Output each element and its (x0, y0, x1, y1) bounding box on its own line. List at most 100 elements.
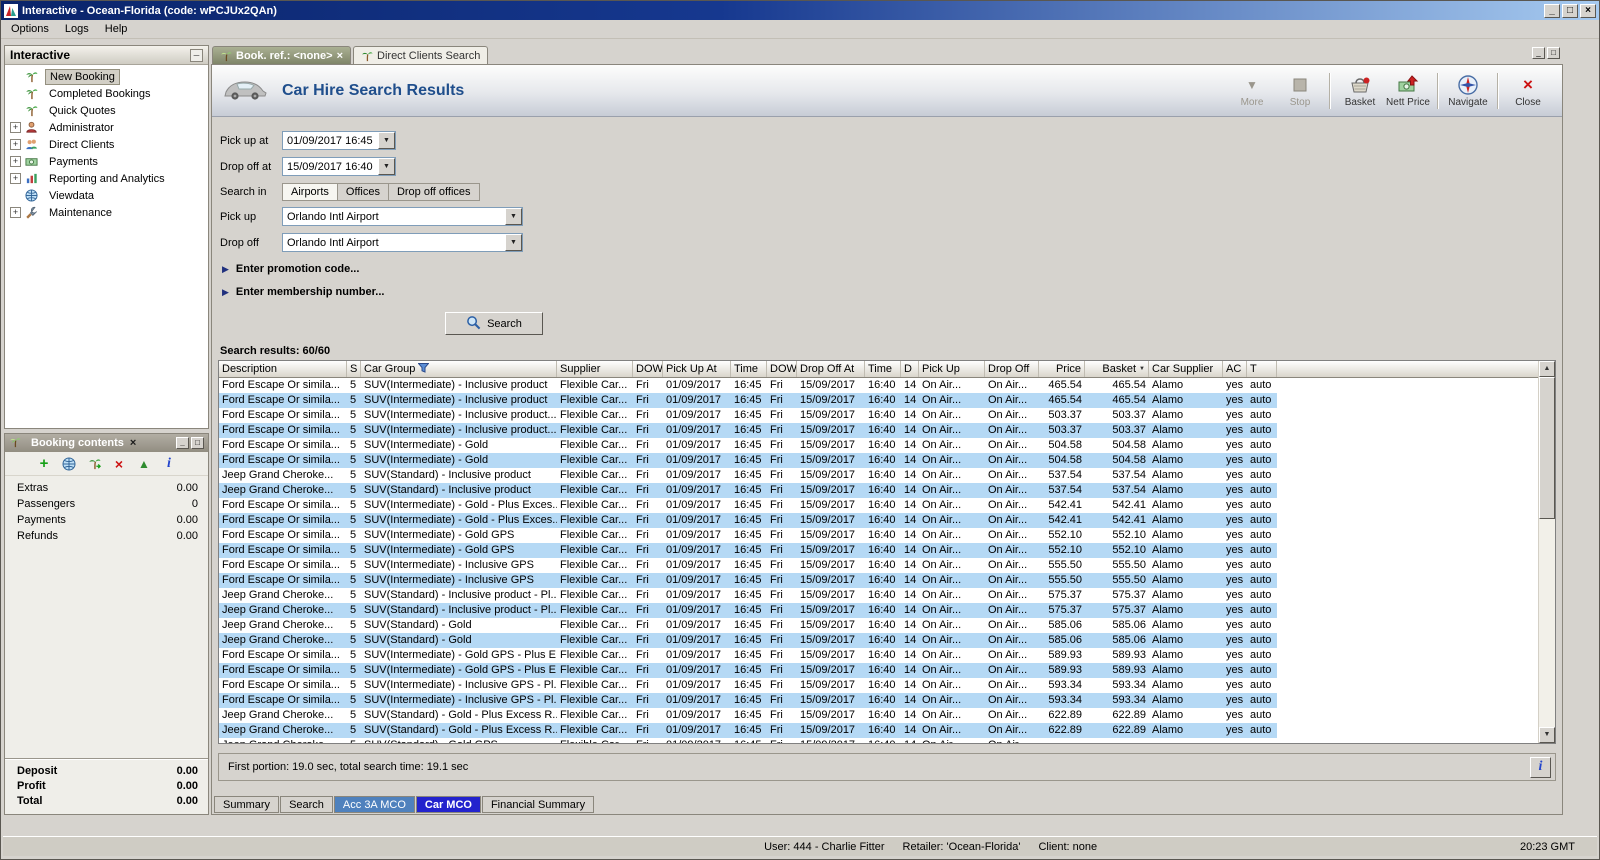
booking-row-refunds[interactable]: Refunds 0.00 (5, 528, 208, 544)
expand-plus-icon[interactable]: + (10, 156, 21, 167)
column-header-dow[interactable]: DOW (767, 361, 797, 377)
result-row[interactable]: Ford Escape Or simila... 5 SUV(Intermediat… (219, 678, 1277, 693)
move-up-icon[interactable]: ▲ (136, 456, 152, 472)
chevron-down-icon[interactable]: ▼ (505, 208, 522, 225)
result-row[interactable]: Ford Escape Or simila... 5 SUV(Intermediat… (219, 528, 1277, 543)
search-in-tab-offices[interactable]: Offices (336, 183, 389, 201)
column-header-spacer[interactable] (1277, 361, 1538, 377)
tab-booking-ref[interactable]: Book. ref.: <none> × (212, 46, 352, 64)
sidebar-item-completed-bookings[interactable]: Completed Bookings (5, 85, 208, 102)
add-item-icon[interactable]: + (36, 455, 52, 472)
column-header-drop-off-at[interactable]: Drop Off At (797, 361, 865, 377)
result-row[interactable]: Ford Escape Or simila... 5 SUV(Intermediat… (219, 693, 1277, 708)
result-row[interactable]: Ford Escape Or simila... 5 SUV(Intermediat… (219, 378, 1277, 393)
result-row[interactable]: Ford Escape Or simila... 5 SUV(Intermediat… (219, 648, 1277, 663)
result-row[interactable]: Jeep Grand Cheroke...5SUV(Standard) - Go… (219, 633, 1277, 648)
result-row[interactable]: Ford Escape Or simila... 5 SUV(Intermediat… (219, 663, 1277, 678)
chevron-down-icon[interactable]: ▼ (378, 158, 395, 175)
column-header-basket[interactable]: Basket ▼ (1085, 361, 1149, 377)
booking-restore-button[interactable]: □ (191, 437, 204, 449)
result-row[interactable]: Jeep Grand Cheroke... 5 SUV(Standard) - In… (219, 603, 1277, 618)
column-header-car-supplier[interactable]: Car Supplier (1149, 361, 1223, 377)
more-button[interactable]: ▼ More (1228, 74, 1276, 108)
bottom-tab-summary[interactable]: Summary (214, 796, 280, 813)
column-header-pick-up[interactable]: Pick Up (919, 361, 985, 377)
result-row[interactable]: Jeep Grand Cheroke... 5 SUV(Standard) - In… (219, 483, 1277, 498)
result-row[interactable]: Ford Escape Or simila... 5 SUV(Intermediat… (219, 393, 1277, 408)
close-panel-button[interactable]: × Close (1504, 74, 1552, 108)
expand-plus-icon[interactable]: + (10, 207, 21, 218)
result-row[interactable]: Ford Escape Or simila... 5 SUV(Intermediat… (219, 408, 1277, 423)
result-row[interactable]: Ford Escape Or simila... 5 SUV(Intermediat… (219, 513, 1277, 528)
column-header-time[interactable]: Time (731, 361, 767, 377)
sidebar-item-viewdata[interactable]: Viewdata (5, 187, 208, 204)
sidebar-item-direct-clients[interactable]: + Direct Clients (5, 136, 208, 153)
vertical-scrollbar[interactable]: ▲ ▼ (1538, 361, 1555, 743)
column-header-time[interactable]: Time (865, 361, 901, 377)
stop-button[interactable]: Stop (1276, 74, 1324, 108)
result-row[interactable]: Ford Escape Or simila... 5 SUV(Intermediat… (219, 423, 1277, 438)
result-row[interactable]: Jeep Grand Cheroke...5SUV(Standard) - Go… (219, 723, 1277, 738)
result-row[interactable]: Jeep Grand Cheroke...5SUV(Standard) - Go… (219, 618, 1277, 633)
column-header-d[interactable]: D (901, 361, 919, 377)
nett-price-button[interactable]: Nett Price (1384, 74, 1432, 108)
column-header-drop-off[interactable]: Drop Off (985, 361, 1039, 377)
bottom-tab-acc-3a-mco[interactable]: Acc 3A MCO (333, 796, 415, 813)
search-button[interactable]: Search (445, 312, 543, 335)
panel-collapse-button[interactable]: ─ (190, 48, 203, 62)
pickup-location-select[interactable]: Orlando Intl Airport ▼ (282, 207, 523, 226)
window-close-button[interactable]: × (1580, 3, 1596, 18)
column-header-pick-up-at[interactable]: Pick Up At (663, 361, 731, 377)
tab-direct-clients-search[interactable]: Direct Clients Search (353, 46, 489, 64)
booking-row-payments[interactable]: Payments 0.00 (5, 512, 208, 528)
result-row[interactable]: Ford Escape Or simila... 5 SUV(Intermediat… (219, 543, 1277, 558)
sidebar-item-new-booking[interactable]: New Booking (5, 68, 208, 85)
info-button[interactable]: i (1530, 757, 1551, 778)
promotion-code-expander[interactable]: ▶ Enter promotion code... (222, 263, 1554, 275)
result-row[interactable]: Ford Escape Or simila... 5 SUV(Intermediat… (219, 498, 1277, 513)
sidebar-item-reporting-and-analytics[interactable]: + Reporting and Analytics (5, 170, 208, 187)
tab-close-icon[interactable]: × (337, 50, 343, 62)
booking-row-extras[interactable]: Extras 0.00 (5, 480, 208, 496)
window-maximize-button[interactable]: □ (1562, 3, 1578, 18)
column-header-ac[interactable]: AC (1223, 361, 1247, 377)
expand-plus-icon[interactable]: + (10, 139, 21, 150)
column-header-dow[interactable]: DOW (633, 361, 663, 377)
pickup-at-select[interactable]: 01/09/2017 16:45 ▼ (282, 131, 396, 150)
dropoff-location-select[interactable]: Orlando Intl Airport ▼ (282, 233, 523, 252)
column-header-car-group[interactable]: Car Group (361, 361, 557, 377)
bottom-tab-car-mco[interactable]: Car MCO (415, 796, 481, 813)
column-header-price[interactable]: Price (1039, 361, 1085, 377)
result-row[interactable]: Jeep Grand Cheroke...5SUV(Standard) - Go… (219, 738, 1277, 743)
basket-button[interactable]: Basket (1336, 74, 1384, 108)
scroll-down-icon[interactable]: ▼ (1539, 727, 1555, 743)
booking-row-passengers[interactable]: Passengers 0 (5, 496, 208, 512)
chevron-down-icon[interactable]: ▼ (378, 132, 395, 149)
sidebar-item-quick-quotes[interactable]: Quick Quotes (5, 102, 208, 119)
sidebar-item-administrator[interactable]: + Administrator (5, 119, 208, 136)
export-booking-icon[interactable] (86, 456, 102, 472)
membership-number-expander[interactable]: ▶ Enter membership number... (222, 286, 1554, 298)
scrollbar-thumb[interactable] (1539, 377, 1555, 519)
result-row[interactable]: Ford Escape Or simila... 5 SUV(Intermediat… (219, 453, 1277, 468)
column-header-supplier[interactable]: Supplier (557, 361, 633, 377)
result-row[interactable]: Ford Escape Or simila... 5 SUV(Intermediat… (219, 438, 1277, 453)
bottom-tab-search[interactable]: Search (280, 796, 333, 813)
menu-help[interactable]: Help (97, 21, 136, 37)
world-icon[interactable] (61, 456, 77, 472)
info-icon[interactable]: i (161, 456, 177, 472)
result-row[interactable]: Jeep Grand Cheroke... 5 SUV(Standard) - In… (219, 588, 1277, 603)
navigate-button[interactable]: Navigate (1444, 74, 1492, 108)
column-header-s[interactable]: S (347, 361, 361, 377)
result-row[interactable]: Ford Escape Or simila... 5 SUV(Intermediat… (219, 573, 1277, 588)
booking-contents-close-icon[interactable]: × (128, 437, 138, 449)
bottom-tab-financial-summary[interactable]: Financial Summary (481, 796, 595, 813)
expand-plus-icon[interactable]: + (10, 173, 21, 184)
menu-options[interactable]: Options (3, 21, 57, 37)
column-header-t[interactable]: T (1247, 361, 1277, 377)
delete-item-icon[interactable]: × (111, 456, 127, 472)
dropoff-at-select[interactable]: 15/09/2017 16:40 ▼ (282, 157, 396, 176)
sidebar-item-maintenance[interactable]: + Maintenance (5, 204, 208, 221)
search-in-tab-drop-off-offices[interactable]: Drop off offices (387, 183, 480, 201)
search-in-tab-airports[interactable]: Airports (282, 183, 338, 201)
